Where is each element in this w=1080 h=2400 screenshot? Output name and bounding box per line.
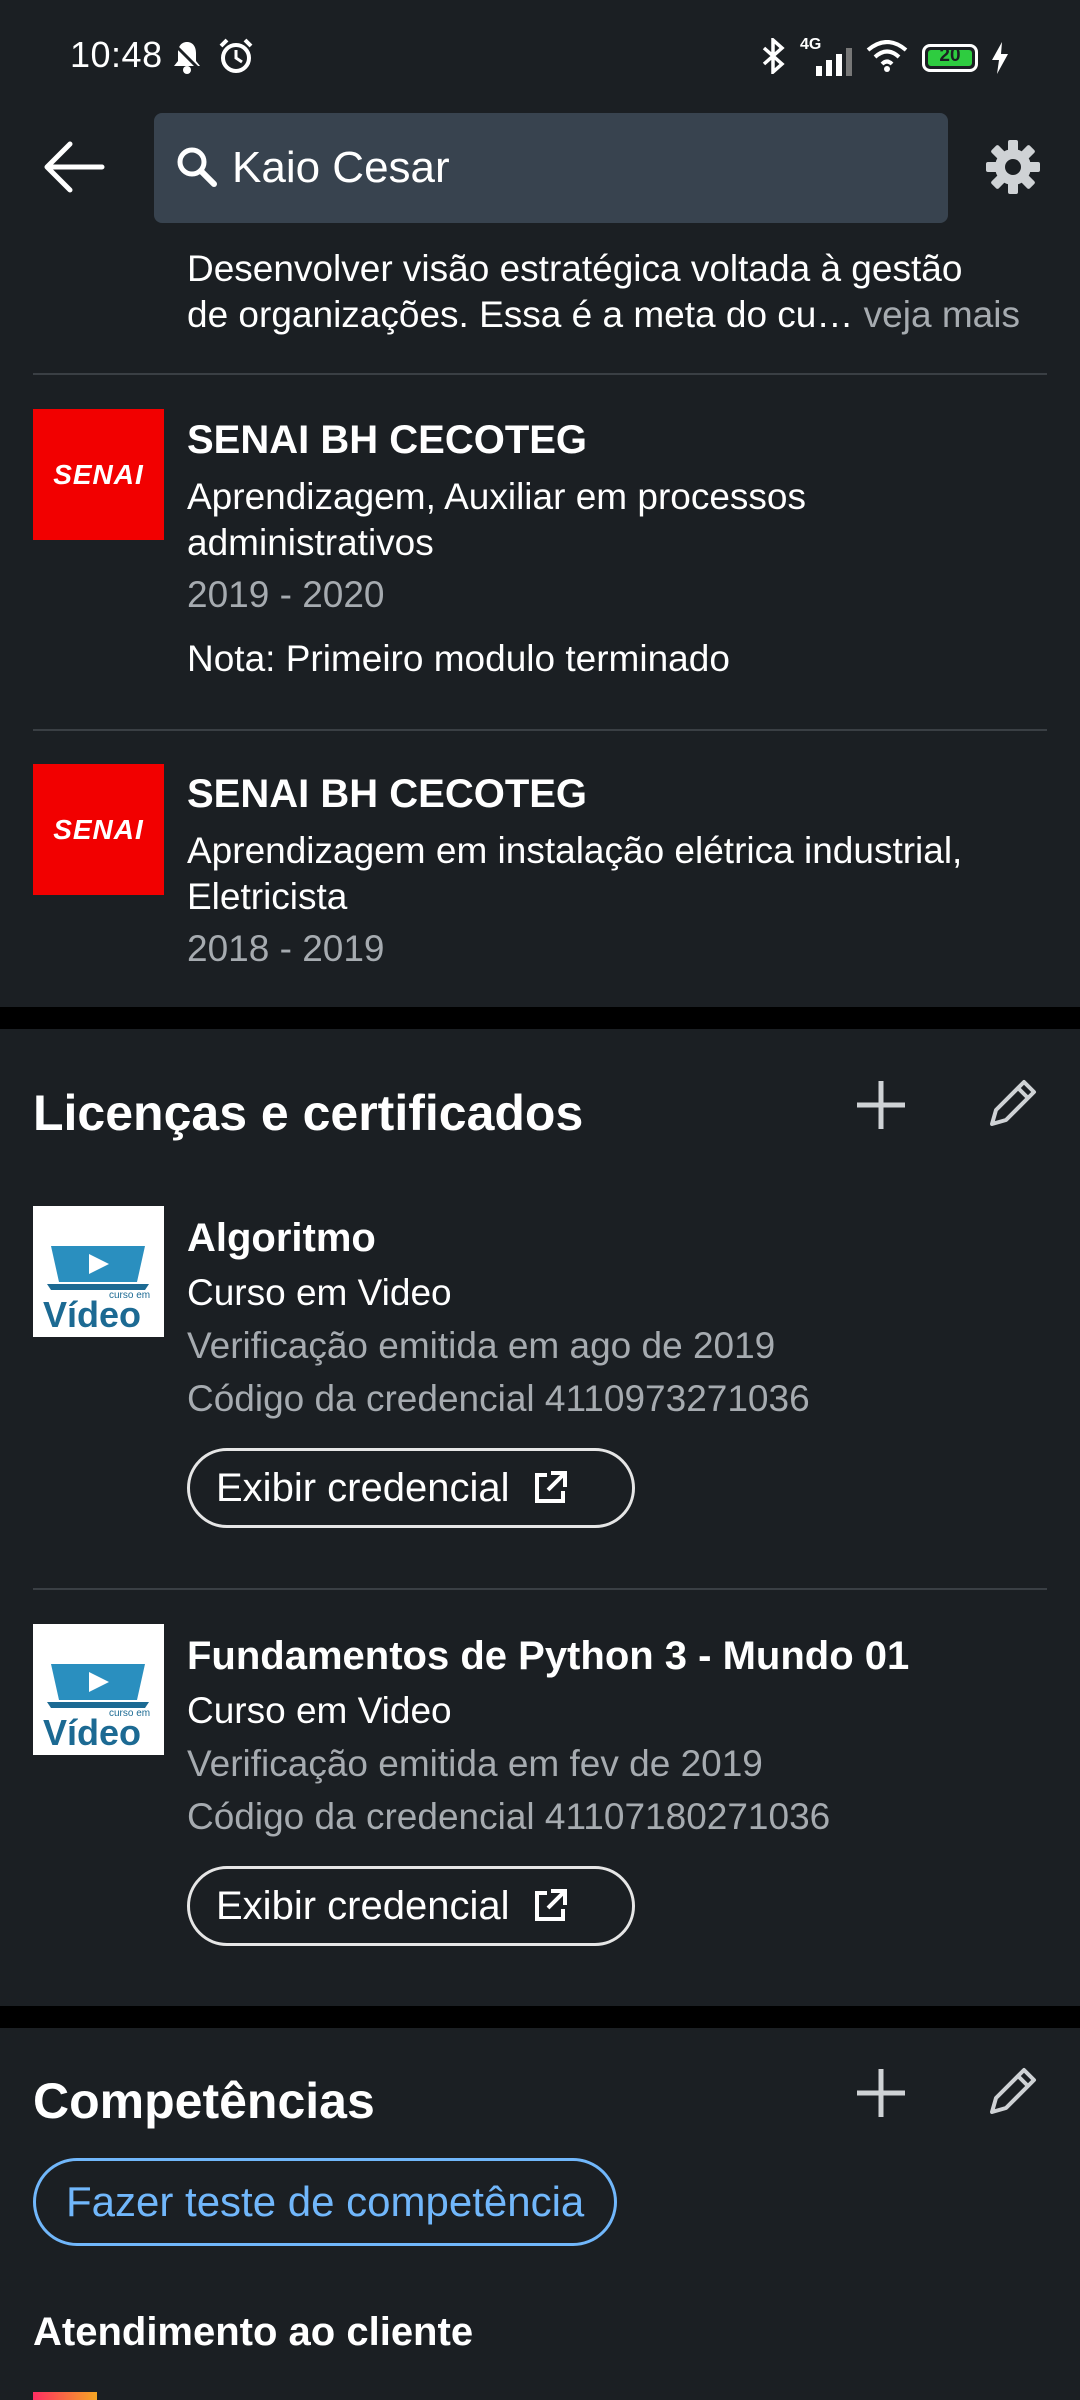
- status-bar: 10:48 4G 20: [0, 0, 1080, 110]
- battery-level: 20: [939, 45, 961, 66]
- add-icon[interactable]: [854, 1078, 908, 1132]
- wifi-icon: [866, 40, 908, 72]
- certificate-issued: Verificação emitida em ago de 2019: [187, 1325, 776, 1366]
- skills-section-title: Competências: [33, 2073, 375, 2129]
- view-credential-button[interactable]: Exibir credencial: [187, 1448, 635, 1528]
- charging-icon: [992, 42, 1008, 74]
- section-separator: [0, 1007, 1080, 1029]
- video-logo-text: Vídeo: [43, 1712, 142, 1753]
- education-dates: 2018 - 2019: [187, 928, 385, 969]
- senai-logo[interactable]: SENAI: [33, 764, 164, 895]
- edit-pencil-icon[interactable]: [984, 2064, 1040, 2120]
- search-icon: [177, 147, 217, 187]
- external-link-icon: [535, 1889, 568, 1921]
- add-icon[interactable]: [854, 2066, 908, 2120]
- skill-test-label: Fazer teste de competência: [66, 2178, 585, 2225]
- gear-icon[interactable]: [984, 138, 1042, 196]
- certificate-credential: Código da credencial 4110973271036: [187, 1378, 810, 1419]
- video-logo-text: Vídeo: [43, 1294, 142, 1335]
- section-separator: [0, 2006, 1080, 2028]
- edit-pencil-icon[interactable]: [984, 1076, 1040, 1132]
- degree-line2: administrativos: [187, 522, 434, 563]
- battery-icon: 20: [922, 44, 978, 72]
- skill-name[interactable]: Atendimento ao cliente: [33, 2310, 473, 2355]
- certificate-issuer: Curso em Video: [187, 1690, 452, 1731]
- degree-line1: Aprendizagem em instalação elétrica indu…: [187, 830, 963, 871]
- bell-icon: [172, 42, 202, 74]
- senai-logo-text: SENAI: [53, 458, 144, 490]
- school-name[interactable]: SENAI BH CECOTEG: [187, 418, 587, 463]
- certificate-issued: Verificação emitida em fev de 2019: [187, 1743, 763, 1784]
- education-dates: 2019 - 2020: [187, 574, 385, 615]
- certificate-name[interactable]: Algoritmo: [187, 1216, 376, 1261]
- see-more-link[interactable]: veja mais: [853, 294, 1020, 335]
- education-description-line1: Desenvolver visão estratégica voltada à …: [187, 248, 963, 289]
- certificate-issuer: Curso em Video: [187, 1272, 452, 1313]
- signal-icon: [816, 48, 852, 76]
- curso-em-video-logo[interactable]: curso em Vídeo: [33, 1624, 164, 1755]
- licenses-section-title: Licenças e certificados: [33, 1085, 584, 1141]
- divider: [33, 1588, 1047, 1590]
- degree-line2: Eletricista: [187, 876, 348, 917]
- curso-em-video-logo[interactable]: curso em Vídeo: [33, 1206, 164, 1337]
- back-arrow-icon[interactable]: [42, 136, 108, 198]
- alarm-icon: [219, 38, 253, 73]
- divider: [33, 729, 1047, 731]
- view-credential-label: Exibir credencial: [216, 1465, 510, 1510]
- status-time: 10:48: [70, 34, 163, 75]
- certificate-name[interactable]: Fundamentos de Python 3 - Mundo 01: [187, 1634, 909, 1679]
- view-credential-button[interactable]: Exibir credencial: [187, 1866, 635, 1946]
- degree-line1: Aprendizagem, Auxiliar em processos: [187, 476, 807, 517]
- school-name[interactable]: SENAI BH CECOTEG: [187, 772, 587, 817]
- certificate-credential: Código da credencial 41107180271036: [187, 1796, 831, 1837]
- external-link-icon: [535, 1471, 568, 1503]
- education-note: Nota: Primeiro modulo terminado: [187, 638, 730, 679]
- bluetooth-icon: [762, 38, 785, 74]
- senai-logo[interactable]: SENAI: [33, 409, 164, 540]
- senai-logo-text: SENAI: [53, 813, 144, 845]
- view-credential-label: Exibir credencial: [216, 1883, 510, 1928]
- search-value: Kaio Cesar: [232, 143, 450, 192]
- education-description-text: de organizações. Essa é a meta do cu…: [187, 294, 854, 335]
- divider: [33, 373, 1047, 375]
- skill-test-button[interactable]: Fazer teste de competência: [33, 2158, 618, 2246]
- education-description-line2: de organizações. Essa é a meta do cu… ve…: [187, 292, 1020, 338]
- skill-badge-icon: [33, 2392, 97, 2400]
